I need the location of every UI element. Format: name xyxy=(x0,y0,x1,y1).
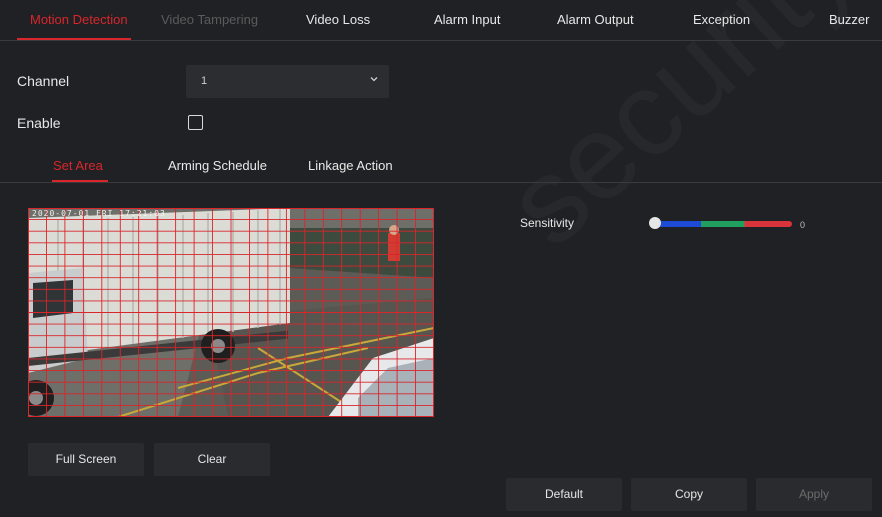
tab-motion-detection[interactable]: Motion Detection xyxy=(30,12,128,27)
tab-video-tampering[interactable]: Video Tampering xyxy=(161,12,258,27)
active-subtab-indicator xyxy=(52,180,108,182)
copy-button[interactable]: Copy xyxy=(631,478,747,511)
full-screen-button[interactable]: Full Screen xyxy=(28,443,144,476)
sensitivity-label: Sensitivity xyxy=(520,216,575,230)
subtab-arming-schedule[interactable]: Arming Schedule xyxy=(168,158,267,173)
camera-scene xyxy=(28,208,434,417)
active-tab-indicator xyxy=(17,38,131,40)
enable-checkbox[interactable] xyxy=(188,115,203,130)
sensitivity-slider[interactable] xyxy=(649,217,792,229)
tab-exception[interactable]: Exception xyxy=(693,12,750,27)
sensitivity-thumb[interactable] xyxy=(649,217,661,229)
apply-button[interactable]: Apply xyxy=(756,478,872,511)
sensitivity-value: 0 xyxy=(800,220,806,230)
subtab-set-area[interactable]: Set Area xyxy=(53,158,103,173)
footer-bar xyxy=(0,477,882,517)
enable-label: Enable xyxy=(17,115,61,131)
chevron-down-icon xyxy=(370,77,378,82)
tab-buzzer[interactable]: Buzzer xyxy=(829,12,869,27)
sensitivity-track xyxy=(656,221,792,227)
tab-alarm-input[interactable]: Alarm Input xyxy=(434,12,500,27)
tab-alarm-output[interactable]: Alarm Output xyxy=(557,12,634,27)
subtab-linkage-action[interactable]: Linkage Action xyxy=(308,158,393,173)
tab-video-loss[interactable]: Video Loss xyxy=(306,12,370,27)
video-timestamp: 2020-07-01 FRI 17:21:03 xyxy=(32,209,166,218)
clear-button[interactable]: Clear xyxy=(154,443,270,476)
channel-value: 1 xyxy=(201,75,208,87)
top-tab-bar: Motion Detection Video Tampering Video L… xyxy=(0,0,882,41)
sub-tab-bar: Set Area Arming Schedule Linkage Action xyxy=(0,148,882,183)
channel-select[interactable]: 1 xyxy=(186,65,389,98)
default-button[interactable]: Default xyxy=(506,478,622,511)
motion-area-video[interactable]: 2020-07-01 FRI 17:21:03 xyxy=(28,208,434,417)
channel-label: Channel xyxy=(17,73,70,89)
